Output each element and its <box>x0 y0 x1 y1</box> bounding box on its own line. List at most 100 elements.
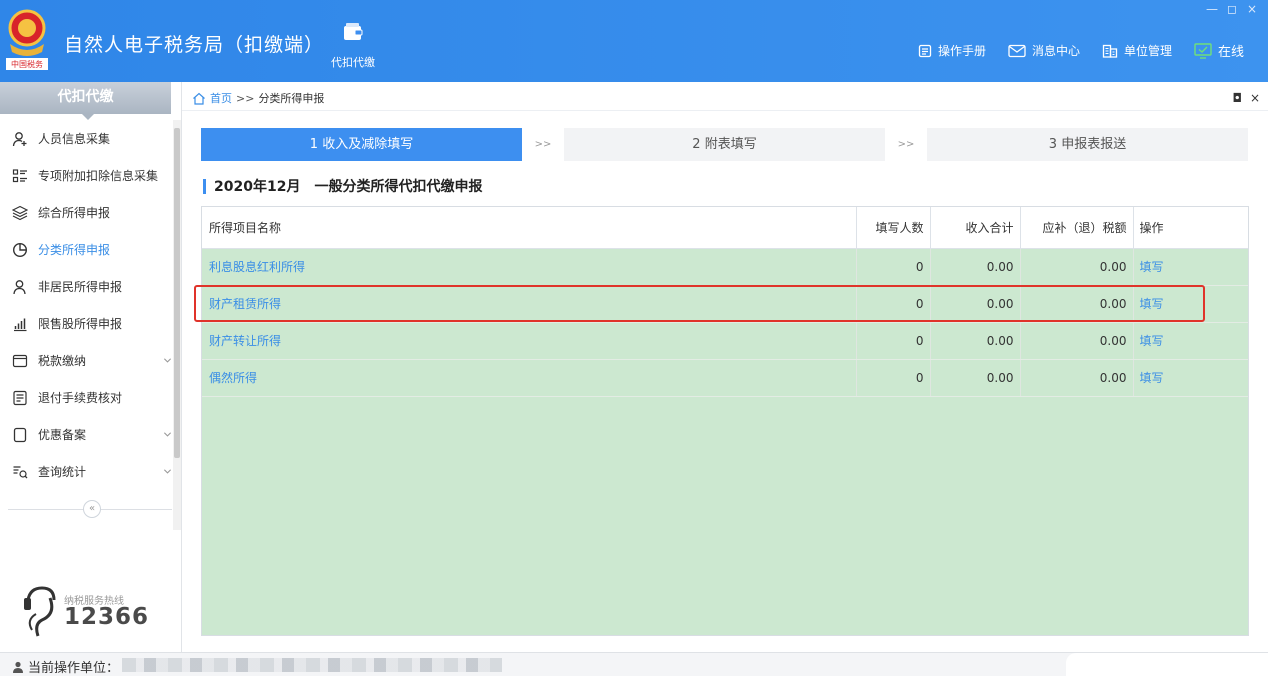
table-header-row: 所得项目名称 填写人数 收入合计 应补（退）税额 操作 <box>202 207 1248 249</box>
manual-icon <box>918 44 932 57</box>
sidebar-scrollbar[interactable] <box>173 120 181 530</box>
main-content: 首页 >> 分类所得申报 ◘ × 1 收入及减除填写 >> 2 附表填写 >> … <box>182 82 1268 652</box>
folder-icon <box>12 354 28 367</box>
sidebar-item-nonresident-income[interactable]: 非居民所得申报 <box>0 268 172 305</box>
current-unit-label: 当前操作单位： <box>12 657 119 676</box>
income-total-cell: 0.00 <box>930 359 1021 397</box>
pie-chart-icon <box>12 242 28 257</box>
tax-due-cell: 0.00 <box>1020 359 1134 397</box>
message-center-label: 消息中心 <box>1031 44 1080 58</box>
column-header-count: 填写人数 <box>856 207 931 249</box>
wallet-icon <box>344 23 363 40</box>
list-icon <box>12 168 27 182</box>
fill-in-link[interactable]: 填写 <box>1133 285 1248 323</box>
pane-restore-button[interactable]: ◘ <box>1232 92 1242 104</box>
sidebar-item-tax-payment[interactable]: 税款缴纳 <box>0 342 172 379</box>
close-button[interactable]: × <box>1244 2 1260 16</box>
search-list-icon <box>13 465 28 478</box>
module-withhold-button[interactable]: 代扣代缴 <box>322 22 384 70</box>
income-item-link[interactable]: 财产转让所得 <box>209 334 281 348</box>
sidebar-item-query-statistics[interactable]: 查询统计 <box>0 453 172 490</box>
income-item-cell: 偶然所得 <box>202 359 857 397</box>
sidebar-item-refund-fee-check[interactable]: 退付手续费核对 <box>0 379 172 416</box>
column-header-action: 操作 <box>1133 207 1248 249</box>
unit-management-link[interactable]: 单位管理 <box>1102 42 1172 59</box>
table-row: 财产转让所得 0 0.00 0.00 填写 <box>202 322 1248 360</box>
svg-text:中国税务: 中国税务 <box>11 59 43 69</box>
sidebar-item-label: 退付手续费核对 <box>38 391 123 405</box>
operation-manual-label: 操作手册 <box>937 44 986 58</box>
sidebar-item-personnel-info[interactable]: 人员信息采集 <box>0 120 172 157</box>
table-row: 偶然所得 0 0.00 0.00 填写 <box>202 359 1248 397</box>
current-unit-text: 当前操作单位： <box>28 661 120 676</box>
status-bar: 当前操作单位： <box>0 652 1268 676</box>
income-item-link[interactable]: 利息股息红利所得 <box>209 260 305 274</box>
sidebar-item-restricted-stock[interactable]: 限售股所得申报 <box>0 305 172 342</box>
breadcrumb-separator: >> <box>236 91 255 105</box>
tax-bureau-logo: 中国税务 <box>4 8 50 72</box>
tax-period: 2020年12月 <box>214 179 301 195</box>
pane-close-button[interactable]: × <box>1250 92 1260 104</box>
monitor-check-icon <box>1194 42 1212 59</box>
tax-due-cell: 0.00 <box>1020 285 1134 323</box>
app-header: 中国税务 自然人电子税务局（扣缴端） 代扣代缴 — ◻ × 操作手册 消息中心 … <box>0 0 1268 82</box>
table-row: 利息股息红利所得 0 0.00 0.00 填写 <box>202 248 1248 286</box>
window-controls: — ◻ × <box>1200 2 1260 16</box>
sidebar-item-comprehensive-income[interactable]: 综合所得申报 <box>0 194 172 231</box>
sidebar-item-special-deduction[interactable]: 专项附加扣除信息采集 <box>0 157 172 194</box>
column-header-income-total: 收入合计 <box>930 207 1021 249</box>
section-title-accent <box>203 178 206 194</box>
chevron-down-icon <box>163 469 172 474</box>
column-header-income-item: 所得项目名称 <box>202 207 857 249</box>
sidebar-item-label: 综合所得申报 <box>38 206 111 220</box>
user-icon <box>13 661 23 673</box>
collapse-sidebar-button[interactable]: « <box>83 500 101 518</box>
step-2-attachments[interactable]: 2 附表填写 <box>564 128 885 161</box>
sidebar-item-preferential-filing[interactable]: 优惠备案 <box>0 416 172 453</box>
income-total-cell: 0.00 <box>930 248 1021 286</box>
income-item-cell: 利息股息红利所得 <box>202 248 857 286</box>
home-icon <box>193 92 205 105</box>
step-1-income[interactable]: 1 收入及减除填写 <box>201 128 522 161</box>
operation-manual-link[interactable]: 操作手册 <box>918 42 986 59</box>
income-item-link[interactable]: 偶然所得 <box>209 371 257 385</box>
fill-in-link[interactable]: 填写 <box>1133 359 1248 397</box>
breadcrumb-current: 分类所得申报 <box>258 92 325 105</box>
sidebar-item-label: 分类所得申报 <box>38 243 111 257</box>
count-cell: 0 <box>856 285 931 323</box>
breadcrumb-divider <box>182 110 1268 111</box>
document-icon <box>13 390 27 405</box>
count-cell: 0 <box>856 359 931 397</box>
fill-in-link[interactable]: 填写 <box>1133 248 1248 286</box>
headset-icon <box>24 586 56 637</box>
sidebar: 代扣代缴 人员信息采集 专项附加扣除信息采集 综合所得申报 分类所得申报 非居民… <box>0 82 182 652</box>
sidebar-menu: 人员信息采集 专项附加扣除信息采集 综合所得申报 分类所得申报 非居民所得申报 … <box>0 120 172 490</box>
message-center-link[interactable]: 消息中心 <box>1008 42 1080 59</box>
file-icon <box>13 427 27 442</box>
count-cell: 0 <box>856 248 931 286</box>
income-item-cell: 财产转让所得 <box>202 322 857 360</box>
breadcrumb-home-link[interactable]: 首页 <box>210 90 232 106</box>
pane-controls: ◘ × <box>1224 92 1260 104</box>
sidebar-item-classified-income[interactable]: 分类所得申报 <box>0 231 172 268</box>
service-hotline: 纳税服务热线 12366 <box>20 584 170 640</box>
module-withhold-label: 代扣代缴 <box>331 56 375 69</box>
unit-management-label: 单位管理 <box>1123 44 1172 58</box>
sidebar-item-label: 税款缴纳 <box>38 354 87 368</box>
person-add-icon <box>12 131 27 146</box>
sidebar-scrollbar-thumb[interactable] <box>174 128 180 458</box>
online-status[interactable]: 在线 <box>1194 41 1244 60</box>
income-item-cell: 财产租赁所得 <box>202 285 857 323</box>
restore-button[interactable]: ◻ <box>1224 2 1240 16</box>
income-item-link[interactable]: 财产租赁所得 <box>209 297 281 311</box>
mail-icon <box>1008 44 1026 57</box>
minimize-button[interactable]: — <box>1204 2 1220 16</box>
sidebar-title: 代扣代缴 <box>0 82 171 120</box>
step-3-submit[interactable]: 3 申报表报送 <box>927 128 1248 161</box>
tax-due-cell: 0.00 <box>1020 248 1134 286</box>
user-icon <box>13 279 26 294</box>
sidebar-item-label: 非居民所得申报 <box>38 280 123 294</box>
income-total-cell: 0.00 <box>930 322 1021 360</box>
bar-chart-icon <box>14 318 27 331</box>
fill-in-link[interactable]: 填写 <box>1133 322 1248 360</box>
